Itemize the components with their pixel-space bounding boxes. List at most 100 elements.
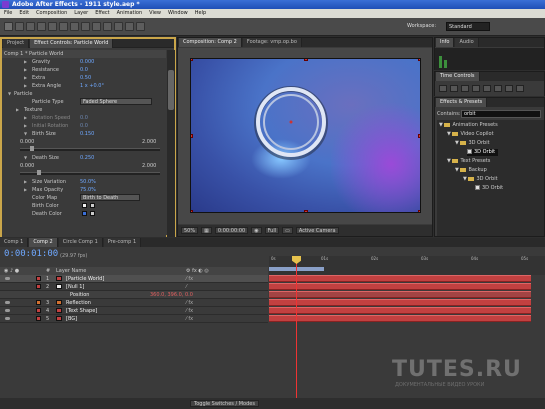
layer-switches[interactable]: ⁄ fx [186, 307, 193, 315]
expand-triangle-icon[interactable]: ▶ [24, 66, 27, 74]
tree-item-animation-presets[interactable]: ▼ Animation Presets [439, 122, 498, 129]
layer-switches[interactable]: ⁄ fx [186, 275, 193, 283]
expand-triangle-icon[interactable]: ▶ [24, 114, 27, 122]
layer-handle[interactable] [191, 134, 193, 138]
property-initial-rotation[interactable]: ▶ Initial Rotation 0.0 [2, 122, 166, 130]
position-value[interactable]: 360.0, 396.0, 0.0 [150, 291, 193, 299]
rotate-tool-icon[interactable] [37, 22, 46, 31]
orbit-camera-tool-icon[interactable] [48, 22, 57, 31]
property-value[interactable]: 0.150 [80, 130, 94, 138]
property-resistance[interactable]: ▶ Resistance 0.0 [2, 66, 166, 74]
pan-behind-tool-icon[interactable] [59, 22, 68, 31]
visibility-eye-icon[interactable] [5, 277, 10, 280]
expand-triangle-icon[interactable]: ▶ [16, 106, 19, 114]
safe-zones-button[interactable]: ▦ [201, 227, 212, 234]
layer-name[interactable]: [Particle World] [66, 275, 104, 283]
current-time-display[interactable]: 0:00:00:00 [214, 227, 249, 234]
property-row-position[interactable]: Position 360.0, 396.0, 0.0 [0, 291, 268, 299]
last-frame-icon[interactable] [483, 85, 491, 92]
collapse-triangle-icon[interactable]: ▼ [24, 130, 27, 138]
layer-switches[interactable]: ⁄ fx [186, 299, 193, 307]
property-max-opacity[interactable]: ▶ Max Opacity 75.0% [2, 186, 166, 194]
effect-controls-scrollbar[interactable] [167, 50, 175, 237]
menu-animation[interactable]: Animation [117, 9, 143, 18]
brush-tool-icon[interactable] [103, 22, 112, 31]
layer-handle[interactable] [304, 59, 308, 61]
ram-preview-icon[interactable] [516, 85, 524, 92]
play-icon[interactable] [461, 85, 469, 92]
slider-thumb[interactable] [29, 146, 34, 151]
death-size-slider[interactable] [20, 170, 160, 175]
workspace-dropdown[interactable]: Standard [446, 22, 490, 31]
hand-tool-icon[interactable] [15, 22, 24, 31]
property-value[interactable]: 0.000 [80, 58, 94, 66]
camera-dropdown[interactable]: Active Camera [295, 227, 339, 234]
selection-tool-icon[interactable] [4, 22, 13, 31]
zoom-tool-icon[interactable] [26, 22, 35, 31]
color-map-dropdown[interactable]: Birth to Death [80, 194, 140, 201]
toggle-switches-modes-button[interactable]: Toggle Switches / Modes [190, 400, 259, 407]
tree-item-3d-orbit-backup-preset[interactable]: 3D Orbit [475, 185, 503, 192]
visibility-eye-icon[interactable] [5, 301, 10, 304]
loop-icon[interactable] [505, 85, 513, 92]
layer-label-color[interactable] [36, 316, 41, 321]
composition-viewer[interactable] [178, 48, 432, 224]
layer-duration-bar[interactable] [269, 283, 531, 290]
menu-layer[interactable]: Layer [74, 9, 88, 18]
layer-row-particle-world[interactable]: 1 [Particle World] ⁄ fx [0, 275, 268, 283]
tab-circle-comp-1[interactable]: Circle Comp 1 [58, 238, 103, 247]
layer-row-null-1[interactable]: 2 [Null 1] ⁄ [0, 283, 268, 291]
tab-time-controls[interactable]: Time Controls [436, 72, 480, 81]
expand-triangle-icon[interactable]: ▶ [24, 74, 27, 82]
text-tool-icon[interactable] [92, 22, 101, 31]
menu-file[interactable]: File [4, 9, 12, 18]
current-time-indicator[interactable] [296, 256, 297, 404]
expand-triangle-icon[interactable]: ▶ [24, 186, 27, 194]
tab-comp-1[interactable]: Comp 1 [0, 238, 29, 247]
tab-footage[interactable]: Footage: vmp.op.bo [242, 38, 302, 47]
contains-input[interactable]: orbit [461, 110, 541, 118]
next-frame-icon[interactable] [472, 85, 480, 92]
time-ruler[interactable]: 0s 01s 02s 03s 04s 05s [269, 256, 545, 275]
expand-triangle-icon[interactable]: ▶ [24, 82, 27, 90]
menu-effect[interactable]: Effect [95, 9, 109, 18]
clone-stamp-tool-icon[interactable] [114, 22, 123, 31]
collapse-triangle-icon[interactable]: ▼ [24, 154, 27, 162]
property-value[interactable]: 0.0 [80, 122, 88, 130]
composition-canvas[interactable] [190, 58, 421, 213]
expand-triangle-icon[interactable]: ▶ [24, 122, 27, 130]
menu-help[interactable]: Help [195, 9, 206, 18]
layer-handle[interactable] [304, 210, 308, 212]
layer-name[interactable]: [Null 1] [66, 283, 84, 291]
eyedropper-icon[interactable] [90, 211, 95, 216]
tab-effect-controls[interactable]: Effect Controls: Particle World [30, 39, 114, 48]
layer-handle[interactable] [418, 59, 420, 61]
layer-label-color[interactable] [36, 308, 41, 313]
layer-label-color[interactable] [36, 300, 41, 305]
layer-duration-bar[interactable] [269, 315, 531, 322]
layer-switches[interactable]: ⁄ fx [186, 315, 193, 323]
property-extra[interactable]: ▶ Extra 0.50 [2, 74, 166, 82]
layer-name[interactable]: Reflection [66, 299, 91, 307]
layer-label-color[interactable] [36, 276, 41, 281]
property-value[interactable]: 75.0% [80, 186, 96, 194]
eyedropper-icon[interactable] [90, 203, 95, 208]
property-value[interactable]: 0.0 [80, 114, 88, 122]
menu-view[interactable]: View [149, 9, 161, 18]
property-gravity[interactable]: ▶ Gravity 0.000 [2, 58, 166, 66]
property-size-variation[interactable]: ▶ Size Variation 50.0% [2, 178, 166, 186]
property-texture[interactable]: ▶ Texture [2, 106, 166, 114]
layer-row-bg[interactable]: 5 [BG] ⁄ fx [0, 315, 268, 323]
layer-handle[interactable] [418, 134, 420, 138]
particle-type-dropdown[interactable]: Faded Sphere [80, 98, 152, 105]
visibility-eye-icon[interactable] [5, 317, 10, 320]
snapshot-icon[interactable]: ◉ [251, 227, 262, 234]
tab-pre-comp-1[interactable]: Pre-comp 1 [103, 238, 142, 247]
layer-duration-bar[interactable] [269, 307, 531, 314]
layer-switches[interactable]: ⁄ [186, 283, 187, 291]
layer-name[interactable]: [BG] [66, 315, 77, 323]
layer-handle[interactable] [418, 210, 420, 212]
layer-handle[interactable] [191, 59, 193, 61]
property-value[interactable]: 0.250 [80, 154, 94, 162]
layer-label-color[interactable] [36, 284, 41, 289]
